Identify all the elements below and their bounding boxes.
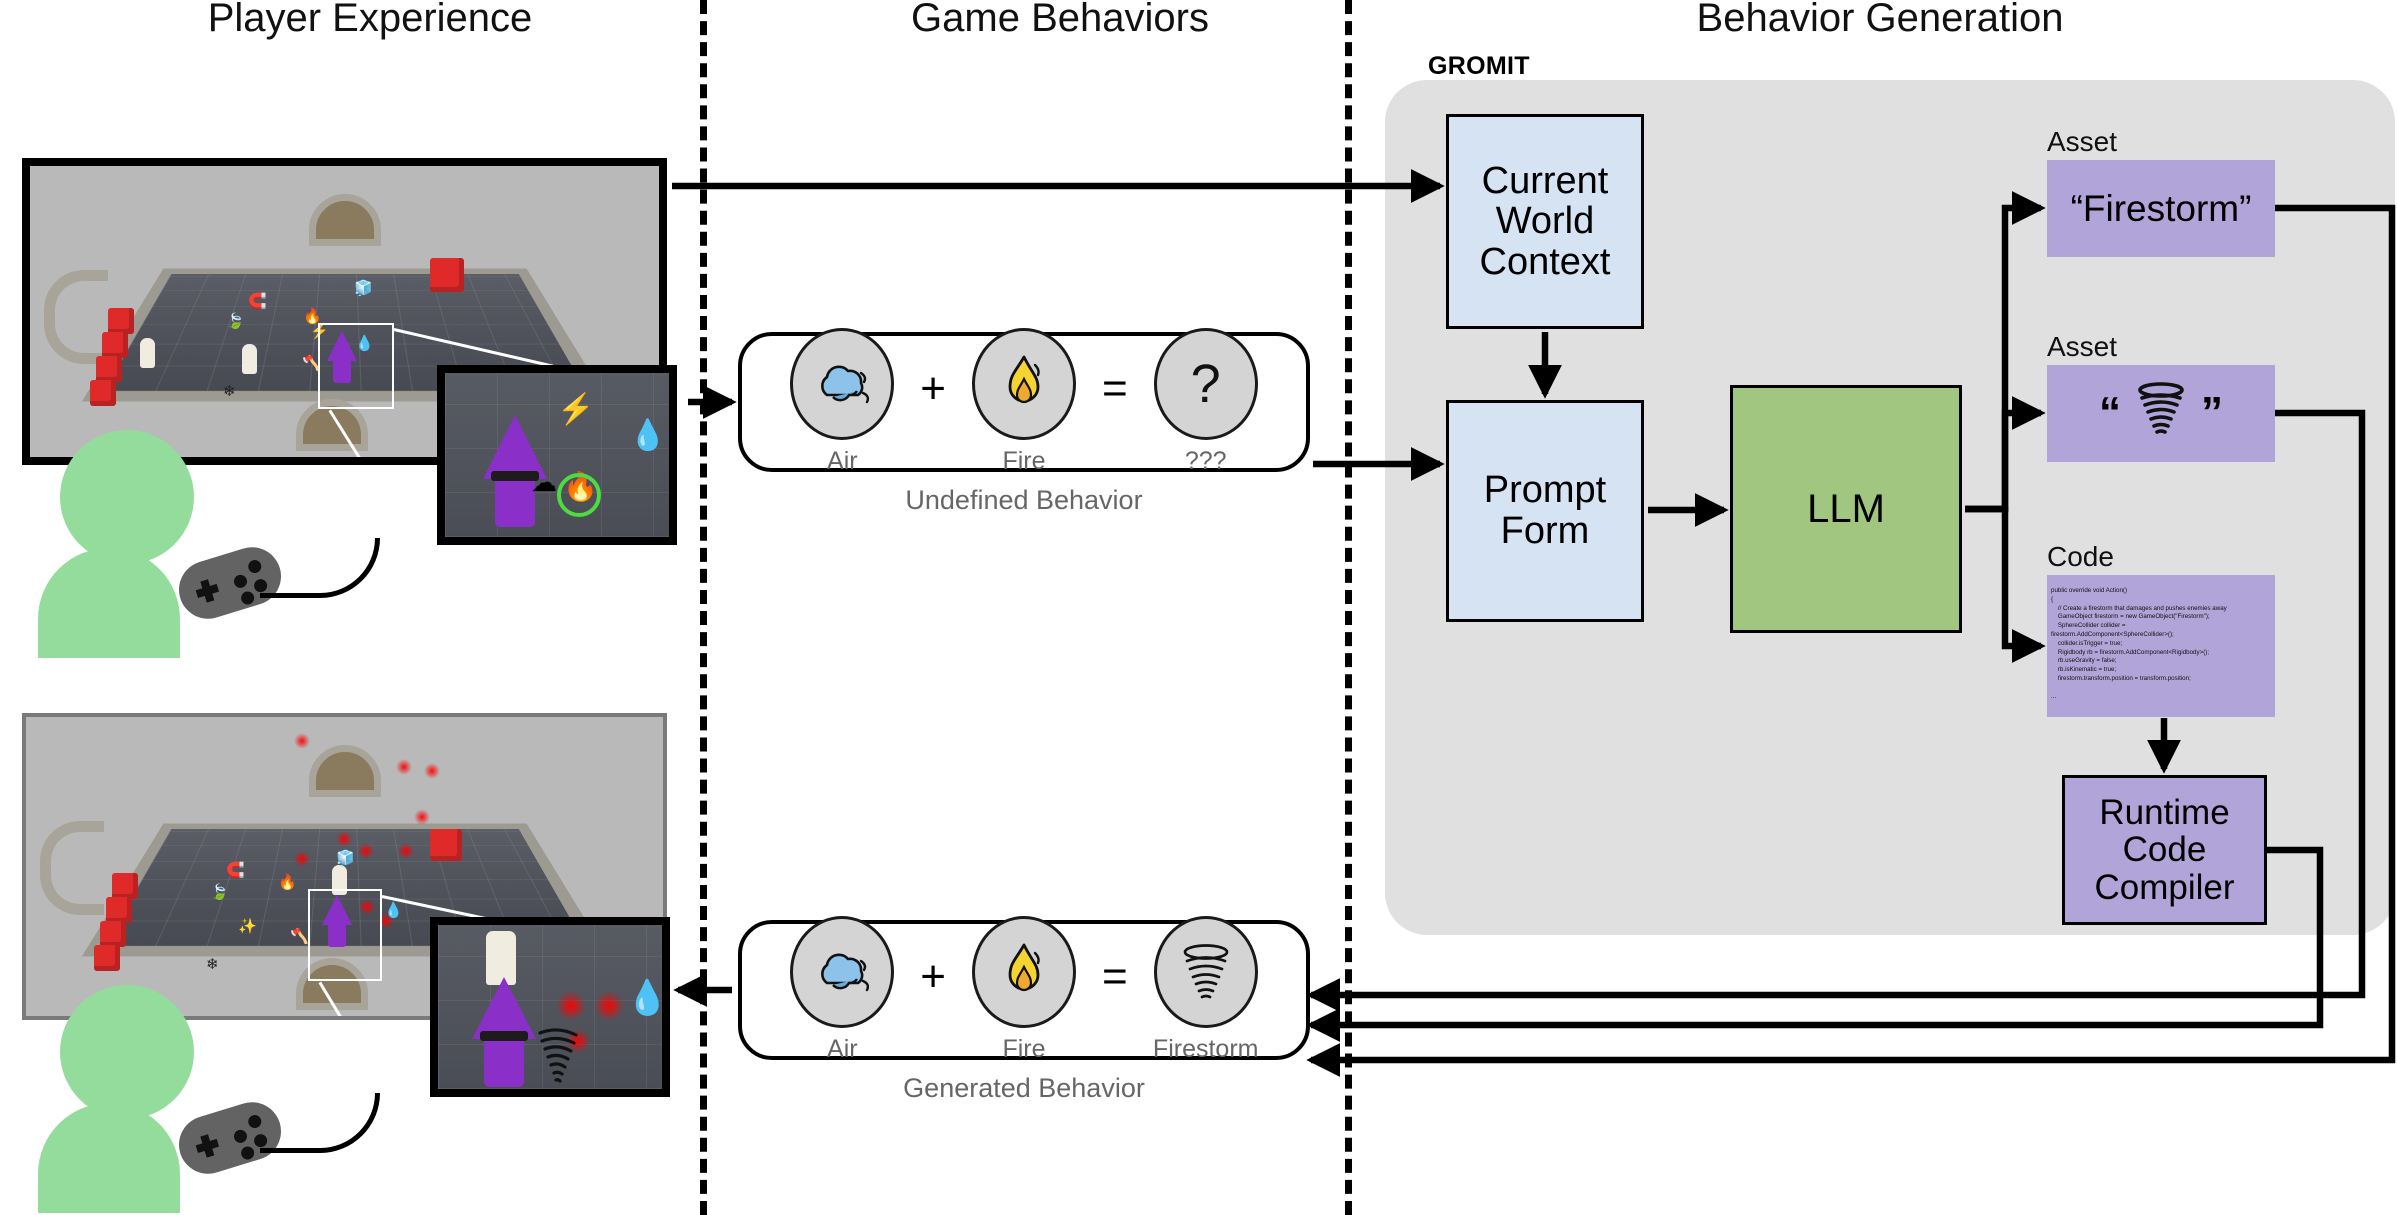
water-pickup-icon: 💧 [626,979,669,1017]
fire-pickup-icon: 🔥 [278,874,297,891]
column-divider-right [1345,0,1352,1215]
recipe-slot-fire[interactable]: Fire [964,328,1084,476]
snowflake-pickup-icon: ❄ [223,383,236,400]
recipe-operator-equals: = [1102,364,1128,413]
label-asset-tornado: Asset [2047,331,2118,362]
column-header-behavior-generation: Behavior Generation [1696,0,2064,40]
enemy-skeleton [242,344,257,374]
ice-pickup-icon: 🧊 [354,280,373,297]
recipe-slot-label: Fire [1002,447,1046,475]
generated-code-text: public override void Action() { // Creat… [2051,587,2227,700]
recipe-operator-plus: + [920,952,946,1001]
dungeon-door-top [308,745,381,797]
cloud-icon [790,916,895,1028]
damage-effect [594,991,624,1021]
enemy-cube [90,380,116,406]
selection-ring [557,473,601,517]
enemy-cube [430,829,462,861]
gameplay-inset-after: 💧 [430,917,670,1097]
damage-effect [358,843,374,859]
enemy-cube [106,897,132,923]
enemy-cube [100,921,126,947]
label-code: Code [2047,541,2114,572]
enemy-cube [94,945,120,971]
box-runtime-code-compiler[interactable]: Runtime Code Compiler [2062,775,2267,925]
damage-effect [294,733,310,749]
label-asset-firestorm: Asset [2047,126,2118,157]
cloud-icon [790,328,895,440]
recipe-generated-behavior: Air + Fire = Firestorm [738,916,1310,1063]
box-prompt-form[interactable]: Prompt Form [1446,400,1644,622]
quote-open: “ [2099,388,2121,438]
box-asset-firestorm[interactable]: “Firestorm” [2047,160,2275,257]
recipe-slot-fire[interactable]: Fire [964,916,1084,1064]
damage-effect [336,831,352,847]
question-mark-icon: ? [1153,328,1258,440]
recipe-operator-equals: = [1102,952,1128,1001]
fire-pickup-icon: 🔥 [303,308,322,325]
recipe-slot-air[interactable]: Air [782,328,902,476]
recipe-caption-undefined: Undefined Behavior [905,485,1143,515]
box-current-world-context[interactable]: Current World Context [1446,114,1644,329]
zoom-highlight-box [308,889,382,981]
tornado-icon [1153,916,1258,1028]
lightning-pickup-icon: ⚡ [557,393,595,426]
firestorm-tornado-effect [538,1028,578,1083]
item-pickup-icon: 🪓 [290,928,309,945]
column-header-player-experience: Player Experience [207,0,533,40]
zoom-highlight-box [318,323,394,409]
recipe-undefined-behavior: Air + Fire = ? ??? [738,328,1310,475]
recipe-slot-label: Fire [1002,1035,1046,1063]
enemy-cube [430,258,464,292]
recipe-slot-label: ??? [1184,447,1227,475]
damage-effect [396,759,412,775]
leaf-pickup-icon: 🍃 [226,313,245,330]
damage-effect [414,809,430,825]
box-generated-code[interactable]: public override void Action() { // Creat… [2047,575,2275,717]
recipe-slot-label: Air [827,447,858,475]
player-wizard-closeup [472,977,536,1087]
damage-effect [556,991,586,1021]
recipe-slot-label: Air [827,1035,858,1063]
tornado-icon [2125,381,2197,447]
dungeon-door-top [308,194,381,246]
box-llm[interactable]: LLM [1730,385,1962,633]
recipe-operator-plus: + [920,364,946,413]
water-pickup-icon: 💧 [629,419,667,452]
column-divider-left [700,0,707,1215]
enemy-cube [108,308,134,334]
flame-icon [972,916,1076,1028]
enemy-cube [112,873,138,899]
sparkle-pickup-icon: ✨ [238,918,257,935]
recipe-caption-generated: Generated Behavior [903,1073,1145,1103]
ice-pickup-icon: 🧊 [336,850,355,867]
recipe-slot-result[interactable]: Firestorm [1146,916,1266,1064]
enemy-skeleton [140,338,155,368]
water-pickup-icon: 💧 [384,902,403,919]
box-asset-tornado-visual[interactable]: “ ” [2047,365,2275,462]
damage-effect [294,851,310,867]
enemy-cube [102,332,128,358]
leaf-pickup-icon: 🍃 [210,884,229,901]
enemy-cube [96,356,122,382]
column-header-game-behaviors: Game Behaviors [911,0,1209,40]
snowflake-pickup-icon: ❄ [206,956,219,973]
dungeon-arch-left [44,270,108,364]
recipe-slot-label: Firestorm [1152,1035,1259,1063]
quote-close: ” [2201,388,2223,438]
damage-effect [424,763,440,779]
flame-icon [972,328,1076,440]
magnet-pickup-icon: 🧲 [248,293,267,310]
air-pickup-icon: ☁ [531,467,557,497]
magnet-pickup-icon: 🧲 [226,862,245,879]
recipe-slot-air[interactable]: Air [782,916,902,1064]
gromit-label: GROMIT [1428,52,1530,80]
gameplay-inset-before: ⚡ 💧 ☁ 🔥 [437,365,677,545]
recipe-slot-result[interactable]: ? ??? [1146,328,1266,476]
dungeon-arch-left [40,821,104,915]
damage-effect [398,843,414,859]
